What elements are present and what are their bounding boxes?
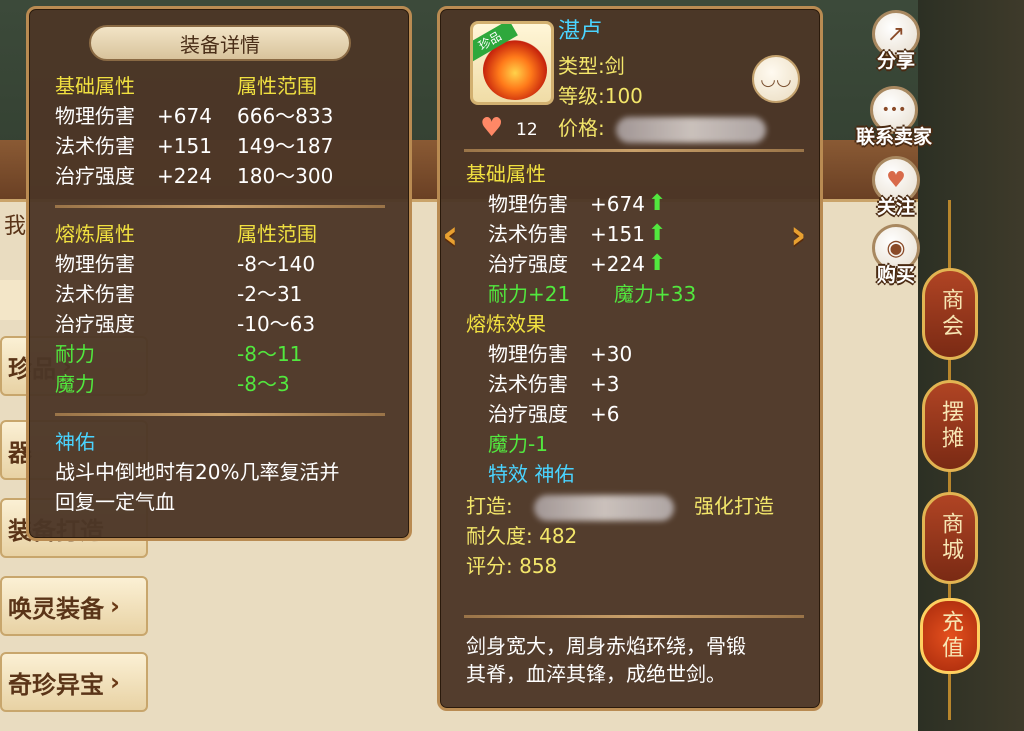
attr-value: +151 (590, 222, 645, 246)
attr-value: +674 (157, 104, 212, 128)
panel-title: 装备详情 (89, 25, 351, 61)
attr-name: 治疗强度 (488, 252, 568, 276)
smelt-name: 法术伤害 (488, 372, 568, 396)
mana-bonus: 魔力+33 (614, 282, 697, 306)
arrow-up-icon: ⬆ (648, 221, 667, 246)
next-arrow-icon[interactable]: › (790, 212, 806, 258)
attr-value: +224 (590, 252, 645, 276)
smelt-attr-range: -8～140 (237, 252, 316, 276)
side-button-label: 唤灵装备 (8, 594, 104, 623)
forge-label: 打造: (466, 494, 513, 518)
side-button-spirit-equip[interactable]: 唤灵装备 › (0, 576, 148, 636)
divider (464, 615, 804, 618)
smelt-name: 物理伤害 (488, 342, 568, 366)
arrow-up-icon: ⬆ (648, 191, 667, 216)
previous-arrow-icon[interactable]: ‹ (442, 212, 458, 258)
smelt-attr-range: -8～11 (237, 342, 303, 366)
item-desc-line1: 剑身宽大，周身赤焰环绕，骨锻 (466, 634, 746, 658)
item-name: 湛卢 (558, 19, 603, 44)
smelt-value: +3 (590, 372, 620, 396)
smelt-attr-name: 耐力 (55, 342, 95, 366)
smelt-attr-name: 治疗强度 (55, 312, 135, 336)
enhanced-forge: 强化打造 (694, 494, 774, 518)
follow-button[interactable]: ♥ 关注 (851, 156, 941, 219)
attr-value: +151 (157, 134, 212, 158)
tab-stall[interactable]: 摆摊 (922, 380, 978, 472)
item-type: 类型:剑 (558, 54, 625, 78)
item-icon-frame: 珍品 (470, 21, 554, 105)
smelt-attr-name: 法术伤害 (55, 282, 135, 306)
attr-value: +674 (590, 192, 645, 216)
contact-seller-label: 联系卖家 (855, 126, 932, 148)
range-header: 属性范围 (237, 74, 317, 98)
price-blurred (616, 117, 766, 143)
base-attr-header: 基础属性 (55, 74, 135, 98)
stamina-bonus: 耐力+21 (488, 282, 571, 306)
smelt-name: 治疗强度 (488, 402, 568, 426)
durability: 耐久度: 482 (466, 524, 578, 548)
smelt-attr-header: 熔炼属性 (55, 222, 135, 246)
price-label: 价格: (558, 116, 605, 140)
buy-label: 购买 (876, 264, 915, 286)
divider (464, 149, 804, 152)
item-info-panel: 珍品 湛卢 类型:剑 等级:100 ♥ 12 价格: ◡◡ 基础属性 物理伤害 … (437, 6, 823, 711)
heart-icon[interactable]: ♥ (480, 115, 503, 141)
search-prefix: 我 (4, 214, 27, 239)
blessing-desc-line1: 战斗中倒地时有20%几率复活并 (55, 460, 340, 484)
arrow-up-icon: ⬆ (648, 251, 667, 276)
side-button-label: 奇珍异宝 (8, 670, 104, 699)
divider (55, 205, 385, 208)
smelt-range-header: 属性范围 (237, 222, 317, 246)
smelt-attr-name: 魔力 (55, 372, 95, 396)
follow-label: 关注 (876, 196, 915, 218)
share-button[interactable]: ↗ 分享 (851, 10, 941, 73)
attr-range: 149～187 (237, 134, 334, 158)
attr-name: 物理伤害 (488, 192, 568, 216)
attr-name: 法术伤害 (488, 222, 568, 246)
base-attr-header: 基础属性 (466, 162, 546, 186)
attr-range: 666～833 (237, 104, 334, 128)
tab-mall[interactable]: 商城 (922, 492, 978, 584)
smelt-effect-header: 熔炼效果 (466, 312, 546, 336)
buy-button[interactable]: ◉ 购买 (851, 224, 941, 287)
forger-blurred (534, 495, 674, 521)
item-desc-line2: 其脊，血淬其锋，成绝世剑。 (466, 662, 726, 686)
like-count: 12 (516, 120, 538, 140)
attr-range: 180～300 (237, 164, 334, 188)
contact-seller-button[interactable]: ••• 联系卖家 (846, 86, 942, 149)
item-level: 等级:100 (558, 84, 643, 108)
chevron-right-icon: › (110, 668, 120, 696)
smelt-value: +6 (590, 402, 620, 426)
blessing-desc-line2: 回复一定气血 (55, 490, 175, 514)
special-effect: 特效 神佑 (488, 462, 575, 486)
divider (55, 413, 385, 416)
share-label: 分享 (876, 50, 915, 72)
attr-name: 治疗强度 (55, 164, 135, 188)
smelt-attr-range: -8～3 (237, 372, 290, 396)
chevron-right-icon: › (110, 592, 120, 620)
blessing-title: 神佑 (55, 430, 95, 454)
smelt-value: +30 (590, 342, 633, 366)
equipment-detail-panel: 装备详情 基础属性 属性范围 物理伤害 +674 666～833 法术伤害 +1… (26, 6, 412, 541)
smelt-attr-range: -10～63 (237, 312, 316, 336)
smelt-attr-range: -2～31 (237, 282, 303, 306)
smelt-attr-name: 物理伤害 (55, 252, 135, 276)
score: 评分: 858 (466, 554, 558, 578)
smelt-mana: 魔力-1 (488, 432, 548, 456)
tab-recharge[interactable]: 充值 (920, 598, 980, 674)
side-button-rare-treasure[interactable]: 奇珍异宝 › (0, 652, 148, 712)
attr-value: +224 (157, 164, 212, 188)
attr-name: 物理伤害 (55, 104, 135, 128)
attr-name: 法术伤害 (55, 134, 135, 158)
eye-toggle-icon[interactable]: ◡◡ (752, 55, 800, 103)
